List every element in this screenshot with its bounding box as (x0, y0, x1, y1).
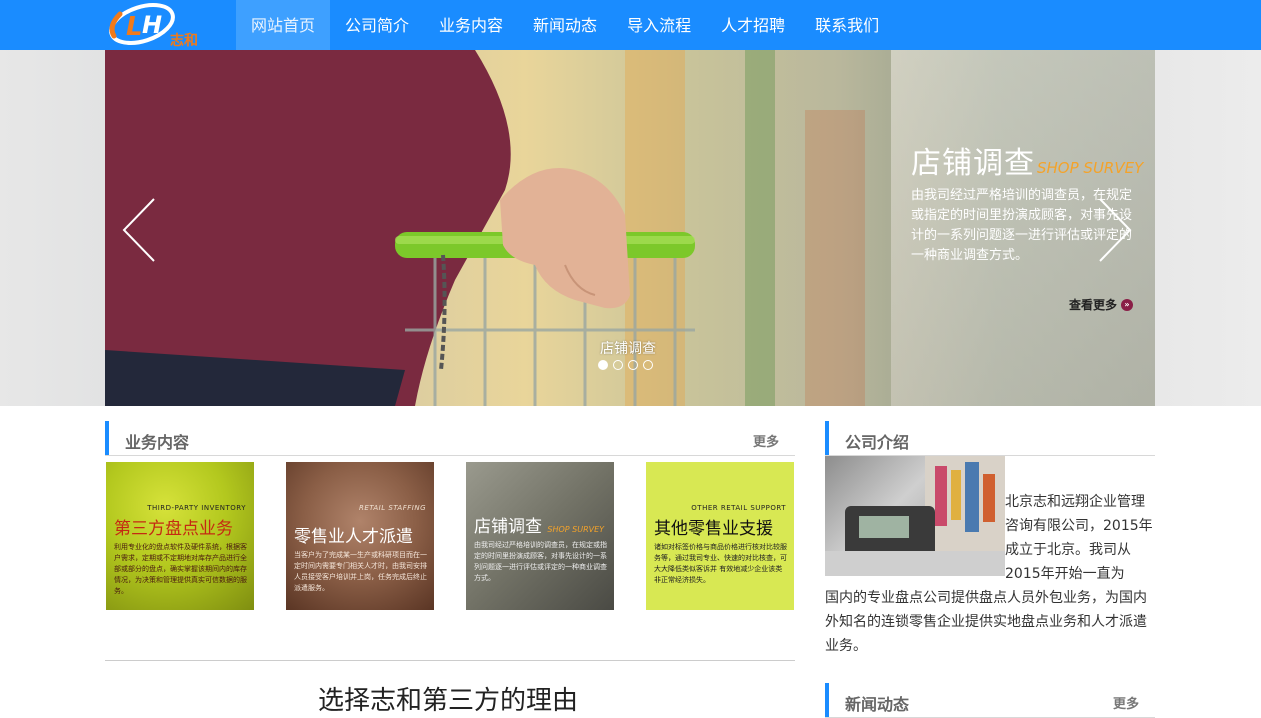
section-divider (105, 660, 795, 661)
tile-en-label: RETAIL STAFFING (358, 504, 426, 512)
top-nav-bar: L H 志和 网站首页 公司简介 业务内容 新闻动态 导入流程 人才招聘 联系我… (0, 0, 1261, 50)
services-more-link[interactable]: 更多 (753, 431, 779, 450)
tile-cn-title: 零售业人才派遣 (294, 527, 413, 547)
services-section-header: 业务内容 更多 (105, 421, 795, 456)
double-arrow-icon: » (1121, 298, 1134, 311)
tile-desc: 当客户为了完成某一生产或科研项目而在一定时间内需要专门相关人才时，由我司安排人员… (294, 551, 427, 592)
slide-label: 店铺调查 (600, 341, 656, 357)
service-tile-retail-support[interactable]: OTHER RETAIL SUPPORT 其他零售业支援 诸如对标签价格与商品价… (646, 462, 794, 610)
nav-item-about[interactable]: 公司简介 (330, 0, 424, 50)
tile-desc: 诸如对标签价格与商品价格进行核对比较服务等，通过我司专业、快速的对比核查，可大大… (654, 543, 787, 584)
slide-dot-3[interactable] (628, 360, 638, 370)
slide-dot-4[interactable] (643, 360, 653, 370)
tile-cn-title: 店铺调查 SHOP SURVEY (474, 512, 604, 537)
nav-item-news[interactable]: 新闻动态 (518, 0, 612, 50)
next-slide-arrow-icon[interactable] (1092, 195, 1136, 265)
tile-en-label: THIRD-PARTY INVENTORY (147, 504, 246, 512)
section-accent-bar (825, 683, 829, 717)
tile-desc: 利用专业化的盘点软件及硬件系统，根据客户需求，定期或不定期地对库存产品进行全部或… (114, 543, 247, 595)
tile-en-label: SHOP SURVEY (547, 525, 605, 534)
tile-cn-title-text: 店铺调查 (474, 517, 542, 537)
nav-item-home[interactable]: 网站首页 (236, 0, 331, 50)
intro-section-header: 公司介绍 (825, 421, 1155, 456)
slide-pagination (598, 360, 653, 370)
slide-caption-title-cn: 店铺调查 (911, 146, 1035, 181)
slide-caption-subtitle: SHOP SURVEY (1037, 159, 1144, 177)
main-nav: 网站首页 公司简介 业务内容 新闻动态 导入流程 人才招聘 联系我们 (236, 0, 894, 50)
news-section-header: 新闻动态 更多 (825, 683, 1155, 718)
nav-item-process[interactable]: 导入流程 (612, 0, 706, 50)
intro-store-image (825, 456, 1005, 576)
news-more-link[interactable]: 更多 (1113, 693, 1139, 712)
view-more-label: 查看更多 (1069, 298, 1118, 312)
services-title: 业务内容 (125, 433, 190, 452)
view-more-link[interactable]: 查看更多 » (1069, 296, 1134, 313)
intro-text-top: 北京志和远翔企业管理咨询有限公司，2015年成立于北京。我司从2015年开始一直… (1005, 494, 1153, 582)
logo-text: 志和 (170, 32, 198, 49)
service-tile-staffing[interactable]: RETAIL STAFFING 零售业人才派遣 当客户为了完成某一生产或科研项目… (286, 462, 434, 610)
slide-caption-title: 店铺调查 SHOP SURVEY (911, 138, 1143, 182)
nav-item-contact[interactable]: 联系我们 (800, 0, 894, 50)
slide-dot-1[interactable] (598, 360, 608, 370)
tile-desc: 由我司经过严格培训的调查员，在规定或指定的时间里扮演成顾客，对事先设计的一系列问… (474, 541, 607, 582)
company-logo[interactable]: L H 志和 (104, 0, 210, 50)
hero-banner: 店铺调查 SHOP SURVEY 由我司经过严格培训的调查员，在规定或指定的时间里… (0, 50, 1261, 406)
section-accent-bar (825, 421, 829, 455)
section-accent-bar (105, 421, 109, 455)
tile-cn-title: 第三方盘点业务 (114, 519, 233, 539)
svg-text:L: L (126, 12, 143, 42)
tile-en-label: OTHER RETAIL SUPPORT (691, 504, 786, 512)
intro-text-rest: 国内的专业盘点公司提供盘点人员外包业务，为国内外知名的连锁零售企业提供实地盘点业… (825, 590, 1147, 654)
svg-text:H: H (142, 11, 162, 39)
prev-slide-arrow-icon[interactable] (118, 195, 162, 265)
nav-item-careers[interactable]: 人才招聘 (706, 0, 800, 50)
tile-cn-title: 其他零售业支援 (654, 519, 773, 539)
slide-dot-2[interactable] (613, 360, 623, 370)
service-tile-inventory[interactable]: THIRD-PARTY INVENTORY 第三方盘点业务 利用专业化的盘点软件… (106, 462, 254, 610)
nav-item-services[interactable]: 业务内容 (424, 0, 518, 50)
service-tile-shop-survey[interactable]: 店铺调查 SHOP SURVEY 由我司经过严格培训的调查员，在规定或指定的时间… (466, 462, 614, 610)
news-title: 新闻动态 (845, 695, 910, 714)
intro-title: 公司介绍 (845, 433, 910, 452)
